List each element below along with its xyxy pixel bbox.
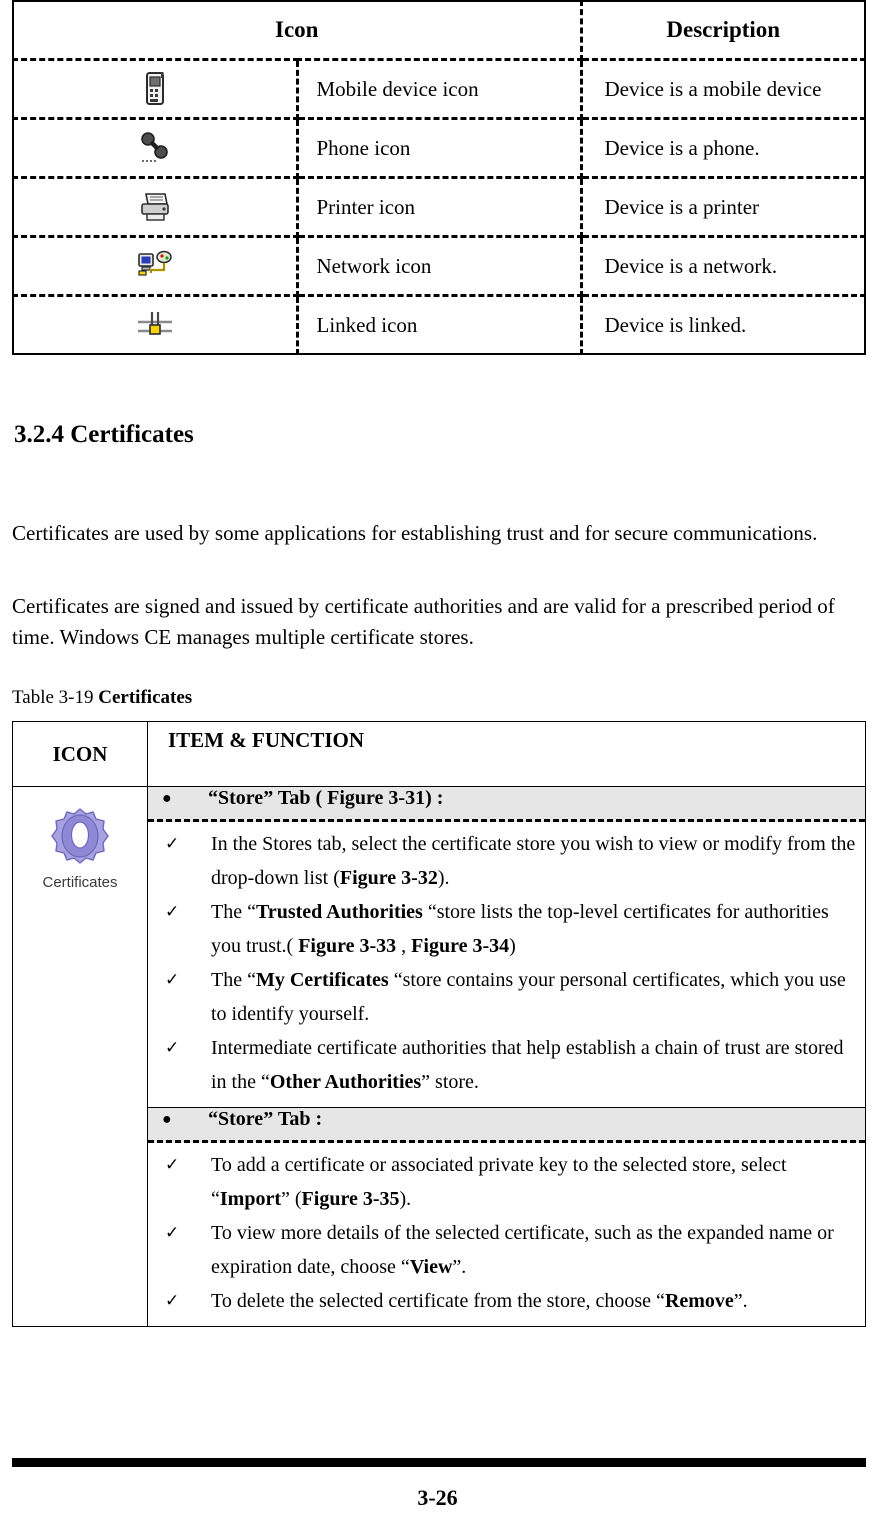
device-icon-name: Linked icon xyxy=(297,295,583,354)
device-icon-table: Icon Description Mobile device icon Devic… xyxy=(12,0,866,355)
list-item: ✓ The “Trusted Authorities “store lists t… xyxy=(162,895,857,963)
list-item-text: The “Trusted Authorities “store lists th… xyxy=(211,901,829,957)
device-icon-name: Printer icon xyxy=(297,177,583,238)
store-tab-subheading-text: “Store” Tab : xyxy=(208,1108,323,1130)
list-item: ✓ In the Stores tab, select the certifica… xyxy=(162,827,857,895)
certificates-icon-cell: Certificates xyxy=(12,786,148,1327)
list-item: ✓ To view more details of the selected ce… xyxy=(162,1216,857,1284)
mobile-device-icon xyxy=(13,59,299,120)
device-icon-name: Network icon xyxy=(297,236,583,297)
device-description: Device is linked. xyxy=(604,312,747,337)
table-caption-title: Certificates xyxy=(98,687,193,708)
network-icon xyxy=(13,236,299,297)
device-table-header-row: Icon Description xyxy=(13,1,865,61)
checkmark-icon: ✓ xyxy=(165,902,180,921)
device-table-head: Icon Description xyxy=(13,1,865,61)
device-description: Device is a mobile device xyxy=(581,59,865,120)
table-row: Network icon Device is a network. xyxy=(13,236,865,297)
list-item: ✓ The “My Certificates “store contains yo… xyxy=(162,963,857,1031)
device-table-header-description: Description xyxy=(581,1,865,61)
device-icon-name: Mobile device icon xyxy=(297,59,583,120)
device-description: Device is a phone. xyxy=(581,118,865,179)
phone-icon xyxy=(13,118,299,179)
list-item: ✓ To add a certificate or associated priv… xyxy=(162,1148,857,1216)
device-table-header-icon: Icon xyxy=(13,1,583,61)
linked-icon xyxy=(13,295,299,354)
checkmark-icon: ✓ xyxy=(165,1291,180,1310)
intro-paragraph-2: Certificates are signed and issued by ce… xyxy=(12,594,835,649)
list-item-text: To delete the selected certificate from … xyxy=(211,1290,748,1312)
intro-paragraph-1: Certificates are used by some applicatio… xyxy=(12,521,818,545)
page-number: 3-26 xyxy=(417,1485,458,1510)
certificates-table: ICON ITEM & FUNCTION Certificates ● “Sto… xyxy=(12,721,866,1327)
list-item-text: To view more details of the selected cer… xyxy=(211,1222,834,1278)
table-row: Linked icon Device is linked. xyxy=(13,295,865,354)
certificates-content-row: Certificates ● “Store” Tab ( Figure 3-31)… xyxy=(12,786,866,1327)
table-caption: Table 3-19 Certificates xyxy=(12,687,192,709)
table-row: Printer icon Device is a printer xyxy=(13,177,865,238)
list-item-text: To add a certificate or associated priva… xyxy=(211,1154,787,1210)
list-item: ✓ Intermediate certificate authorities th… xyxy=(162,1031,857,1099)
list-item-text: The “My Certificates “store contains you… xyxy=(211,969,846,1025)
bullet-icon: ● xyxy=(162,789,172,807)
certificates-header-item-function: ITEM & FUNCTION xyxy=(147,721,866,787)
checkmark-icon: ✓ xyxy=(165,1038,180,1057)
device-table-body: Mobile device icon Device is a mobile dev… xyxy=(13,59,865,354)
certificates-icon-label: Certificates xyxy=(42,874,118,891)
checkmark-icon: ✓ xyxy=(165,834,180,853)
printer-icon xyxy=(13,177,299,238)
certificates-content-cell: ● “Store” Tab ( Figure 3-31) : ✓ In the Sto… xyxy=(148,787,866,1327)
device-description: Device is a network. xyxy=(581,236,865,297)
checkmark-icon: ✓ xyxy=(165,1155,180,1174)
certificates-table-header-row: ICON ITEM & FUNCTION xyxy=(12,721,866,787)
bullet-icon: ● xyxy=(162,1110,172,1128)
store-tab-subheading: ● “Store” Tab : xyxy=(148,1108,865,1143)
device-icon-name: Phone icon xyxy=(297,118,583,179)
checkmark-icon: ✓ xyxy=(165,1223,180,1242)
device-description: Device is a printer xyxy=(581,177,865,238)
certificates-header-icon: ICON xyxy=(12,721,148,787)
certificates-icon-box: Certificates xyxy=(13,787,147,891)
table-caption-prefix: Table 3-19 xyxy=(12,687,99,708)
page-title: 3.2.4 Certificates xyxy=(14,421,194,448)
certificates-icon xyxy=(51,808,109,864)
store-tab-item-list: ✓ To add a certificate or associated priv… xyxy=(148,1143,865,1326)
store-tab-subheading-text: “Store” Tab ( Figure 3-31) : xyxy=(208,787,444,809)
store-tab-item-list: ✓ In the Stores tab, select the certifica… xyxy=(148,822,865,1108)
list-item: ✓ To delete the selected certificate from… xyxy=(162,1284,857,1318)
store-tab-subheading: ● “Store” Tab ( Figure 3-31) : xyxy=(148,787,865,822)
table-row: Mobile device icon Device is a mobile dev… xyxy=(13,59,865,120)
list-item-text: In the Stores tab, select the certificat… xyxy=(211,833,856,889)
footer-divider xyxy=(12,1458,866,1467)
list-item-text: Intermediate certificate authorities tha… xyxy=(211,1037,844,1093)
table-row: Phone icon Device is a phone. xyxy=(13,118,865,179)
checkmark-icon: ✓ xyxy=(165,970,180,989)
certificates-table-container: ICON ITEM & FUNCTION Certificates ● “Sto… xyxy=(0,721,875,1327)
